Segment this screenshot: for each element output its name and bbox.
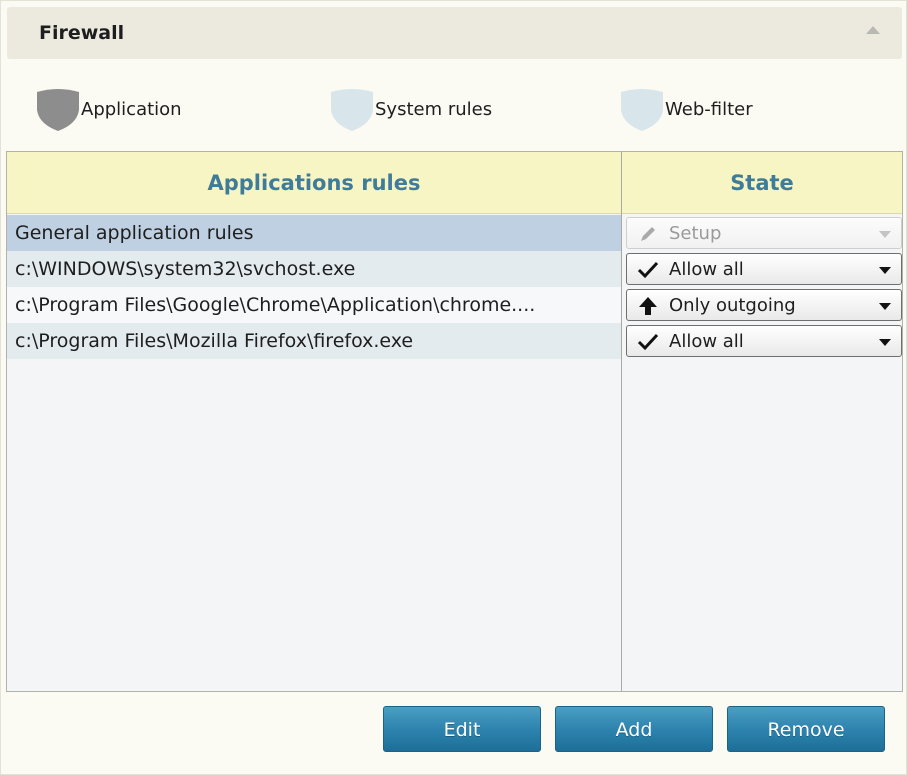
table-row[interactable]: c:\WINDOWS\system32\svchost.exe xyxy=(7,251,621,287)
shield-icon xyxy=(331,89,373,131)
rule-type-tabs: Application System rules Web-filter xyxy=(7,86,902,134)
column-divider xyxy=(621,152,622,691)
tab-application-label: Application xyxy=(81,99,182,120)
table-row[interactable]: c:\Program Files\Mozilla Firefox\firefox… xyxy=(7,323,621,359)
chevron-down-icon xyxy=(879,267,891,274)
table-header: Applications rules State xyxy=(7,152,902,214)
table-row[interactable]: General application rules xyxy=(7,215,621,251)
state-dropdown[interactable]: Only outgoing xyxy=(626,289,902,321)
firewall-panel: Firewall Application System rules Web-fi… xyxy=(0,0,907,775)
shield-icon xyxy=(37,89,79,131)
chevron-down-icon xyxy=(879,339,891,346)
arrow-up-icon xyxy=(639,297,657,315)
tab-web-filter[interactable]: Web-filter xyxy=(619,86,789,134)
chevron-down-icon xyxy=(879,231,891,238)
tab-web-filter-label: Web-filter xyxy=(665,99,753,120)
rule-name: c:\Program Files\Mozilla Firefox\firefox… xyxy=(15,330,414,352)
tab-application[interactable]: Application xyxy=(35,86,205,134)
collapse-up-icon[interactable] xyxy=(866,26,880,34)
state-dropdown[interactable]: Allow all xyxy=(626,325,902,357)
shield-icon xyxy=(621,89,663,131)
button-bar: Edit Add Remove xyxy=(7,694,902,766)
rule-name: c:\WINDOWS\system32\svchost.exe xyxy=(15,258,356,280)
chevron-down-icon xyxy=(879,303,891,310)
add-button[interactable]: Add xyxy=(555,706,713,752)
tab-system-rules[interactable]: System rules xyxy=(329,86,519,134)
state-label: Allow all xyxy=(669,331,744,352)
tab-system-rules-label: System rules xyxy=(375,99,493,120)
column-header-applications-rules[interactable]: Applications rules xyxy=(7,152,621,214)
rule-name: c:\Program Files\Google\Chrome\Applicati… xyxy=(15,294,536,316)
rules-table: Applications rules State General applica… xyxy=(6,151,903,692)
state-dropdown[interactable]: Setup xyxy=(626,217,902,249)
column-header-state[interactable]: State xyxy=(622,152,902,214)
state-label: Only outgoing xyxy=(669,295,796,316)
state-label: Allow all xyxy=(669,259,744,280)
checkmark-icon xyxy=(637,261,659,279)
rule-name: General application rules xyxy=(15,222,254,244)
panel-title: Firewall xyxy=(39,22,125,44)
table-row[interactable]: c:\Program Files\Google\Chrome\Applicati… xyxy=(7,287,621,323)
remove-button[interactable]: Remove xyxy=(727,706,885,752)
panel-header[interactable]: Firewall xyxy=(7,7,902,59)
pencil-icon xyxy=(641,227,655,241)
state-label: Setup xyxy=(669,223,722,244)
checkmark-icon xyxy=(637,333,659,351)
state-dropdown[interactable]: Allow all xyxy=(626,253,902,285)
edit-button[interactable]: Edit xyxy=(383,706,541,752)
